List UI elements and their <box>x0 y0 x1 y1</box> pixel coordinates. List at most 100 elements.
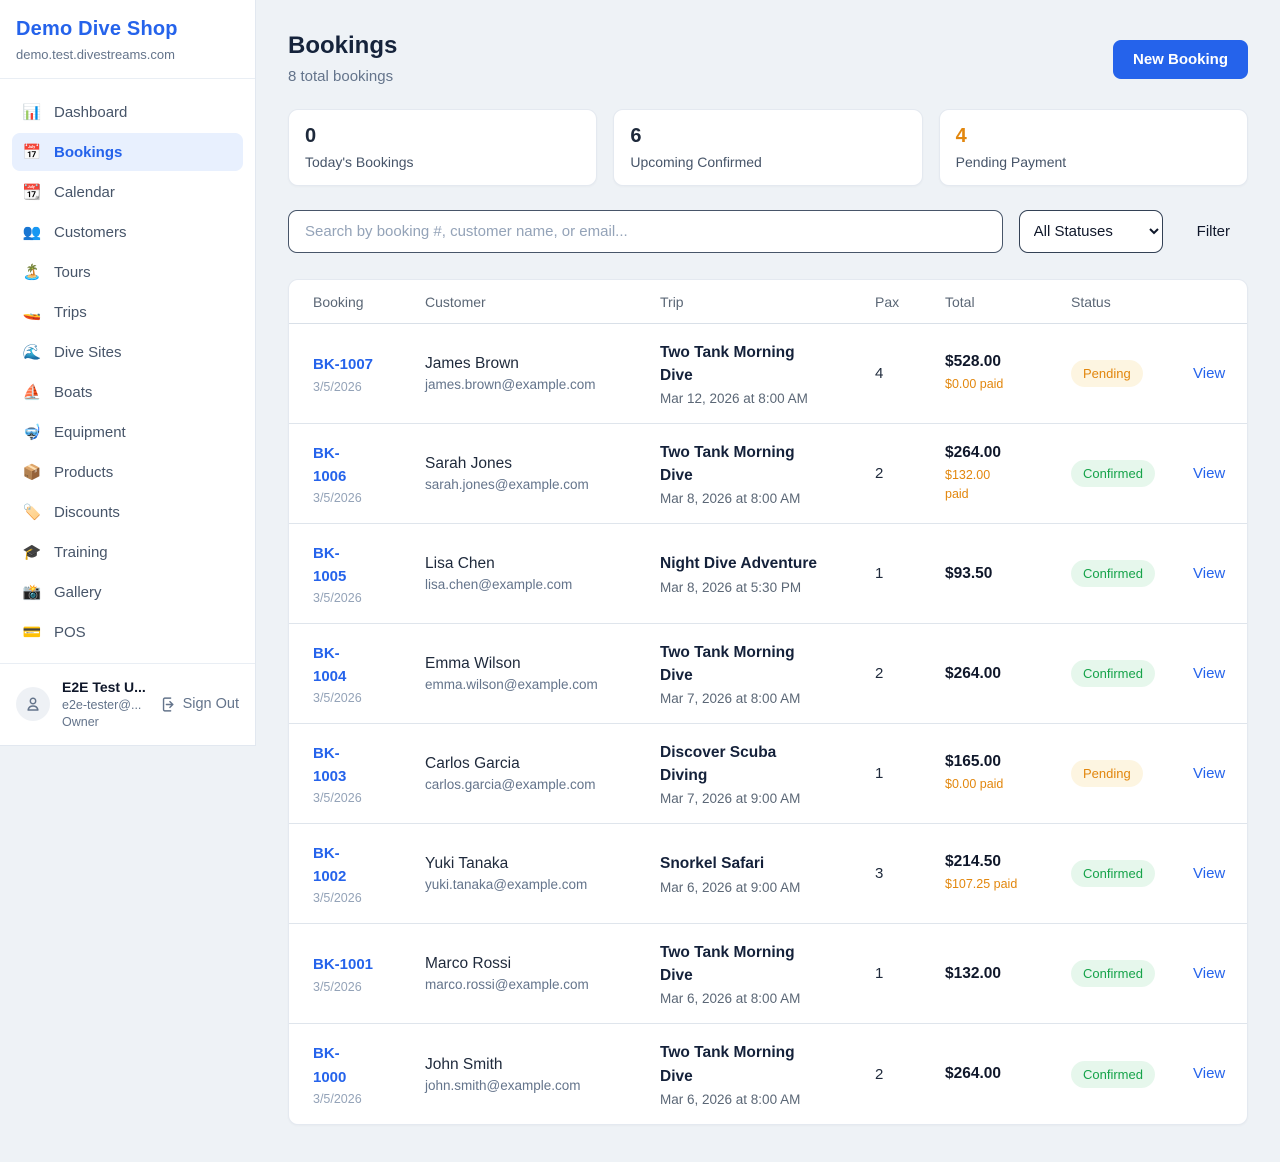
view-link[interactable]: View <box>1193 965 1225 982</box>
sidebar-item-training[interactable]: 🎓 Training <box>12 533 243 571</box>
trip-name: Two Tank Morning Dive <box>660 341 875 388</box>
booking-id-link[interactable]: BK- 1004 <box>313 642 425 689</box>
booking-id-link[interactable]: BK- 1003 <box>313 742 425 789</box>
booking-id-link[interactable]: BK- 1006 <box>313 442 425 489</box>
customer-name: Carlos Garcia <box>425 755 660 773</box>
col-booking: Booking <box>313 294 425 310</box>
view-link[interactable]: View <box>1193 365 1225 382</box>
trip-datetime: Mar 12, 2026 at 8:00 AM <box>660 391 875 406</box>
customer-email: carlos.garcia@example.com <box>425 777 660 792</box>
user-icon <box>24 695 42 713</box>
table-row: BK- 1002 3/5/2026 Yuki Tanaka yuki.tanak… <box>289 824 1247 924</box>
sidebar-nav: 📊 Dashboard 📅 Bookings 📆 Calendar 👥 Cust… <box>0 79 255 663</box>
sign-out-label: Sign Out <box>183 696 239 712</box>
sidebar-item-dashboard[interactable]: 📊 Dashboard <box>12 93 243 131</box>
booking-id-link[interactable]: BK- 1002 <box>313 842 425 889</box>
status-badge: Pending <box>1071 760 1143 787</box>
main-content: Bookings 8 total bookings New Booking 0 … <box>256 0 1280 1162</box>
status-badge: Pending <box>1071 360 1143 387</box>
view-link[interactable]: View <box>1193 765 1225 782</box>
user-email: e2e-tester@... <box>62 697 146 714</box>
sidebar-item-discounts[interactable]: 🏷️ Discounts <box>12 493 243 531</box>
trip-name: Two Tank Morning Dive <box>660 941 875 988</box>
booking-date: 3/5/2026 <box>313 691 425 705</box>
stat-value: 0 <box>305 125 580 148</box>
shop-domain: demo.test.divestreams.com <box>16 47 239 62</box>
total-amount: $264.00 <box>945 444 1071 462</box>
trip-name: Two Tank Morning Dive <box>660 641 875 688</box>
customer-name: Emma Wilson <box>425 655 660 673</box>
pax-count: 3 <box>875 865 945 882</box>
booking-id-link[interactable]: BK-1001 <box>313 953 425 976</box>
view-link[interactable]: View <box>1193 665 1225 682</box>
col-total: Total <box>945 294 1071 310</box>
trip-name: Snorkel Safari <box>660 852 875 875</box>
view-link[interactable]: View <box>1193 1065 1225 1082</box>
sidebar-footer: E2E Test U... e2e-tester@... Owner Sign … <box>0 663 255 745</box>
booking-id-link[interactable]: BK- 1005 <box>313 542 425 589</box>
pax-count: 1 <box>875 965 945 982</box>
status-badge: Confirmed <box>1071 460 1155 487</box>
user-name: E2E Test U... <box>62 678 146 697</box>
bookings-icon: 📅 <box>22 143 42 161</box>
customer-name: Marco Rossi <box>425 955 660 973</box>
status-badge: Confirmed <box>1071 860 1155 887</box>
col-status: Status <box>1071 294 1193 310</box>
booking-date: 3/5/2026 <box>313 380 425 394</box>
sidebar-item-products[interactable]: 📦 Products <box>12 453 243 491</box>
col-pax: Pax <box>875 294 945 310</box>
sidebar-item-trips[interactable]: 🚤 Trips <box>12 293 243 331</box>
trip-datetime: Mar 8, 2026 at 5:30 PM <box>660 580 875 595</box>
sidebar-item-equipment[interactable]: 🤿 Equipment <box>12 413 243 451</box>
stat-value: 4 <box>956 125 1231 148</box>
sidebar-item-label: Trips <box>54 304 87 321</box>
customer-name: Lisa Chen <box>425 555 660 573</box>
status-badge: Confirmed <box>1071 960 1155 987</box>
status-badge: Confirmed <box>1071 560 1155 587</box>
filter-bar: All Statuses Filter <box>288 210 1248 253</box>
sidebar-item-dive-sites[interactable]: 🌊 Dive Sites <box>12 333 243 371</box>
stat-label: Upcoming Confirmed <box>630 154 905 170</box>
booking-date: 3/5/2026 <box>313 491 425 505</box>
stat-card: 6 Upcoming Confirmed <box>613 109 922 186</box>
view-link[interactable]: View <box>1193 865 1225 882</box>
sidebar-item-tours[interactable]: 🏝️ Tours <box>12 253 243 291</box>
products-icon: 📦 <box>22 463 42 481</box>
tours-icon: 🏝️ <box>22 263 42 281</box>
view-link[interactable]: View <box>1193 565 1225 582</box>
table-row: BK- 1005 3/5/2026 Lisa Chen lisa.chen@ex… <box>289 524 1247 624</box>
sidebar-item-label: Dashboard <box>54 104 127 121</box>
trip-name: Discover Scuba Diving <box>660 741 875 788</box>
table-row: BK-1001 3/5/2026 Marco Rossi marco.rossi… <box>289 924 1247 1024</box>
customer-email: marco.rossi@example.com <box>425 977 660 992</box>
stat-label: Today's Bookings <box>305 154 580 170</box>
trip-datetime: Mar 7, 2026 at 8:00 AM <box>660 691 875 706</box>
sidebar-item-label: Products <box>54 464 113 481</box>
sidebar-item-boats[interactable]: ⛵ Boats <box>12 373 243 411</box>
new-booking-button[interactable]: New Booking <box>1113 40 1248 79</box>
sign-out-button[interactable]: Sign Out <box>160 696 239 713</box>
status-select[interactable]: All Statuses <box>1019 210 1163 253</box>
trips-icon: 🚤 <box>22 303 42 321</box>
table-header-row: Booking Customer Trip Pax Total Status <box>289 280 1247 324</box>
page-title: Bookings <box>288 32 397 60</box>
customer-email: yuki.tanaka@example.com <box>425 877 660 892</box>
stat-value: 6 <box>630 125 905 148</box>
user-info: E2E Test U... e2e-tester@... Owner <box>62 678 146 731</box>
booking-id-link[interactable]: BK-1007 <box>313 353 425 376</box>
table-row: BK- 1000 3/5/2026 John Smith john.smith@… <box>289 1024 1247 1124</box>
booking-id-link[interactable]: BK- 1000 <box>313 1042 425 1089</box>
status-badge: Confirmed <box>1071 1061 1155 1088</box>
sidebar-item-calendar[interactable]: 📆 Calendar <box>12 173 243 211</box>
view-link[interactable]: View <box>1193 465 1225 482</box>
sidebar-item-pos[interactable]: 💳 POS <box>12 613 243 651</box>
customer-email: john.smith@example.com <box>425 1078 660 1093</box>
sidebar-item-gallery[interactable]: 📸 Gallery <box>12 573 243 611</box>
dashboard-icon: 📊 <box>22 103 42 121</box>
sidebar-item-label: Training <box>54 544 108 561</box>
sidebar-item-customers[interactable]: 👥 Customers <box>12 213 243 251</box>
sidebar-item-label: Gallery <box>54 584 102 601</box>
search-input[interactable] <box>288 210 1003 253</box>
sidebar-item-bookings[interactable]: 📅 Bookings <box>12 133 243 171</box>
sidebar-item-label: Bookings <box>54 144 122 161</box>
